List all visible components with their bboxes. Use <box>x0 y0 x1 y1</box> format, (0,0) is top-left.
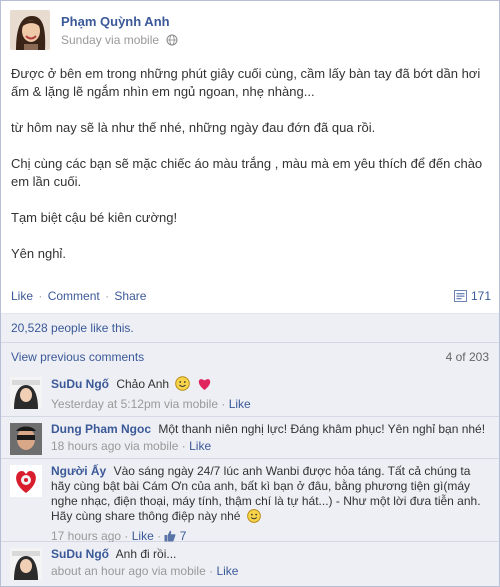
comment-item: SuDu Ngố Chảo Anh Yesterday at 5:12pm vi… <box>1 371 499 417</box>
author-name[interactable]: Phạm Quỳnh Anh <box>61 14 170 29</box>
comment-item: SuDu Ngố Anh đi rồi... about an hour ago… <box>1 542 499 586</box>
comment-time[interactable]: 17 hours ago <box>51 529 121 543</box>
comment-item: Người Ấy Vào sáng ngày 24/7 lúc anh Wanb… <box>1 459 499 543</box>
comment-like-link[interactable]: Like <box>229 397 251 411</box>
likes-summary: 20,528 people like this. <box>1 313 499 343</box>
comment-text: Anh đi rồi... <box>115 547 177 561</box>
comment-link[interactable]: Comment <box>48 289 100 303</box>
separator: · <box>124 529 129 543</box>
comment-like-count[interactable]: 7 <box>164 529 186 543</box>
post-meta: Sunday via mobile <box>61 33 178 49</box>
likes-link[interactable]: 20,528 people like this. <box>11 321 134 335</box>
comment-text: Một thanh niên nghị lực! Đáng khâm phục!… <box>158 422 486 436</box>
post-paragraph: Yên nghỉ. <box>11 246 66 261</box>
story-actions: Like · Comment · Share 171 <box>11 289 491 303</box>
commenter-avatar[interactable] <box>10 377 42 409</box>
comment-time[interactable]: Yesterday at 5:12pm via mobile <box>51 397 218 411</box>
comment-text: Chảo Anh <box>116 377 170 391</box>
post-text: Được ở bên em trong những phút giây cuối… <box>11 65 491 281</box>
heart-icon <box>197 377 212 395</box>
separator: · <box>157 529 162 543</box>
share-count[interactable]: 171 <box>453 289 491 303</box>
separator: · <box>181 439 186 453</box>
smiley-icon <box>175 376 191 395</box>
commenter-avatar[interactable] <box>10 548 42 580</box>
comment-like-link[interactable]: Like <box>132 529 154 543</box>
smiley-icon <box>246 509 261 527</box>
feedback-section: 20,528 people like this. View previous c… <box>1 313 499 372</box>
commenter-name[interactable]: SuDu Ngố <box>51 377 109 391</box>
post-paragraph: Tạm biệt cậu bé kiên cường! <box>11 210 178 225</box>
like-link[interactable]: Like <box>11 289 33 303</box>
view-previous-row: View previous comments 4 of 203 <box>1 343 499 372</box>
commenter-name[interactable]: Dung Pham Ngoc <box>51 422 151 436</box>
share-icon <box>453 290 467 302</box>
post-time[interactable]: Sunday via mobile <box>61 33 159 47</box>
separator: · <box>105 289 110 303</box>
globe-icon <box>166 34 178 49</box>
comment-time[interactable]: about an hour ago via mobile <box>51 564 206 578</box>
comment-item: Dung Pham Ngoc Một thanh niên nghị lực! … <box>1 417 499 459</box>
separator: · <box>38 289 43 303</box>
thumbs-up-icon <box>164 530 176 542</box>
commenter-avatar[interactable] <box>10 465 42 497</box>
separator: · <box>209 564 214 578</box>
share-count-value: 171 <box>470 289 491 303</box>
comment-like-link[interactable]: Like <box>216 564 238 578</box>
comment-like-link[interactable]: Like <box>189 439 211 453</box>
author-avatar[interactable] <box>10 10 50 50</box>
comment-count: 4 of 203 <box>445 350 489 364</box>
view-previous-comments-link[interactable]: View previous comments <box>11 350 144 364</box>
share-link[interactable]: Share <box>114 289 146 303</box>
comment-text: Vào sáng ngày 24/7 lúc anh Wanbi được hỏ… <box>51 464 481 523</box>
post-paragraph: Chị cùng các bạn sẽ mặc chiếc áo màu trắ… <box>11 156 483 189</box>
separator: · <box>221 397 226 411</box>
post-paragraph: từ hôm nay sẽ là như thế nhé, những ngày… <box>11 120 376 135</box>
post-paragraph: Được ở bên em trong những phút giây cuối… <box>11 66 481 99</box>
story-card: Phạm Quỳnh Anh Sunday via mobile Được ở … <box>0 0 500 587</box>
commenter-name[interactable]: SuDu Ngố <box>51 547 109 561</box>
comment-like-count-value: 7 <box>179 529 187 543</box>
comment-time[interactable]: 18 hours ago via mobile <box>51 439 178 453</box>
commenter-avatar[interactable] <box>10 423 42 455</box>
commenter-name[interactable]: Người Ấy <box>51 464 106 478</box>
